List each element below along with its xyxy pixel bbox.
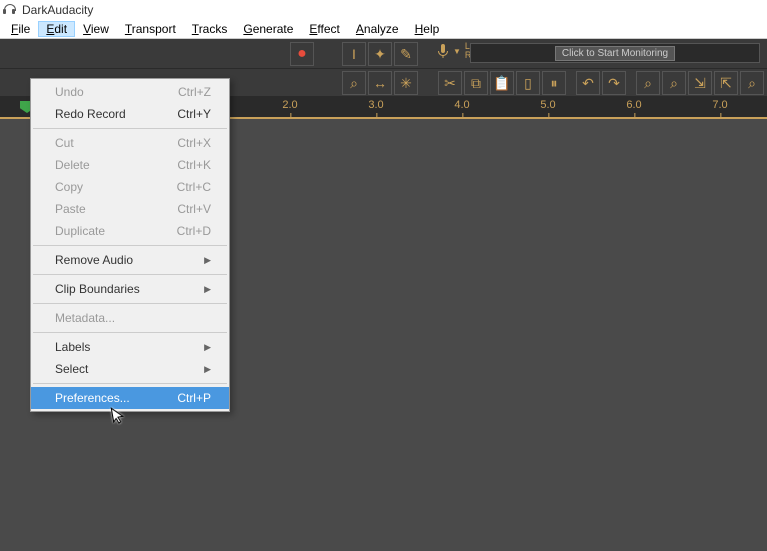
ruler-tick: 5.0 [540, 99, 555, 111]
menu-view[interactable]: View [75, 21, 117, 37]
multi-tool-button[interactable]: ✳ [394, 71, 418, 95]
menu-item-redo-record[interactable]: Redo RecordCtrl+Y [31, 103, 229, 125]
menu-help[interactable]: Help [407, 21, 448, 37]
ruler-tick: 3.0 [368, 99, 383, 111]
menu-generate[interactable]: Generate [235, 21, 301, 37]
monitoring-meter[interactable]: Click to Start Monitoring [470, 43, 760, 63]
menubar: FileEditViewTransportTracksGenerateEffec… [0, 20, 767, 39]
fit-project-button[interactable]: ⇱ [714, 71, 738, 95]
monitoring-label[interactable]: Click to Start Monitoring [555, 46, 675, 61]
menu-analyze[interactable]: Analyze [348, 21, 407, 37]
ruler-tick: 2.0 [282, 99, 297, 111]
workspace: ▼ LR Click to Start Monitoring 2.0 3.0 4.0… [0, 39, 767, 551]
cut-button[interactable]: ✂ [438, 71, 462, 95]
menu-edit[interactable]: Edit [38, 21, 75, 37]
record-button[interactable]: ● [290, 42, 314, 66]
zoom-tool-button[interactable]: ⌕ [342, 71, 366, 95]
menu-tracks[interactable]: Tracks [184, 21, 236, 37]
menu-item-remove-audio[interactable]: Remove Audio▶ [31, 249, 229, 271]
menu-item-delete: DeleteCtrl+K [31, 154, 229, 176]
menu-item-cut: CutCtrl+X [31, 132, 229, 154]
ruler-tick: 4.0 [454, 99, 469, 111]
menu-item-metadata: Metadata... [31, 307, 229, 329]
zoom-in-button[interactable]: ⌕ [636, 71, 660, 95]
titlebar: DarkAudacity [0, 0, 767, 20]
undo-button[interactable]: ↶ [576, 71, 600, 95]
edit-menu-dropdown: UndoCtrl+ZRedo RecordCtrl+Y CutCtrl+XDele… [30, 78, 230, 412]
zoom-sel-button[interactable]: ⌕ [740, 71, 764, 95]
ruler-tick: 7.0 [712, 99, 727, 111]
menu-item-paste: PasteCtrl+V [31, 198, 229, 220]
draw-tool-button[interactable]: ✎ [394, 42, 418, 66]
mic-icon[interactable]: ▼ LR [437, 42, 471, 60]
menu-item-clip-boundaries[interactable]: Clip Boundaries▶ [31, 278, 229, 300]
menu-item-select[interactable]: Select▶ [31, 358, 229, 380]
paste-button[interactable]: 📋 [490, 71, 514, 95]
copy-button[interactable]: ⧉ [464, 71, 488, 95]
menu-item-copy: CopyCtrl+C [31, 176, 229, 198]
silence-button[interactable]: ⏸ [542, 71, 566, 95]
selection-tool-button[interactable]: I [342, 42, 366, 66]
trim-button[interactable]: ▯ [516, 71, 540, 95]
menu-item-undo: UndoCtrl+Z [31, 81, 229, 103]
envelope-tool-button[interactable]: ✦ [368, 42, 392, 66]
menu-transport[interactable]: Transport [117, 21, 184, 37]
redo-button[interactable]: ↷ [602, 71, 626, 95]
zoom-out-button[interactable]: ⌕ [662, 71, 686, 95]
menu-item-duplicate: DuplicateCtrl+D [31, 220, 229, 242]
app-title: DarkAudacity [22, 3, 93, 17]
timeshift-tool-button[interactable]: ↔ [368, 71, 392, 95]
ruler-tick: 6.0 [626, 99, 641, 111]
menu-item-preferences[interactable]: Preferences...Ctrl+P [31, 387, 229, 409]
menu-file[interactable]: File [3, 21, 38, 37]
menu-effect[interactable]: Effect [301, 21, 347, 37]
fit-selection-button[interactable]: ⇲ [688, 71, 712, 95]
menu-item-labels[interactable]: Labels▶ [31, 336, 229, 358]
app-icon [4, 4, 18, 16]
